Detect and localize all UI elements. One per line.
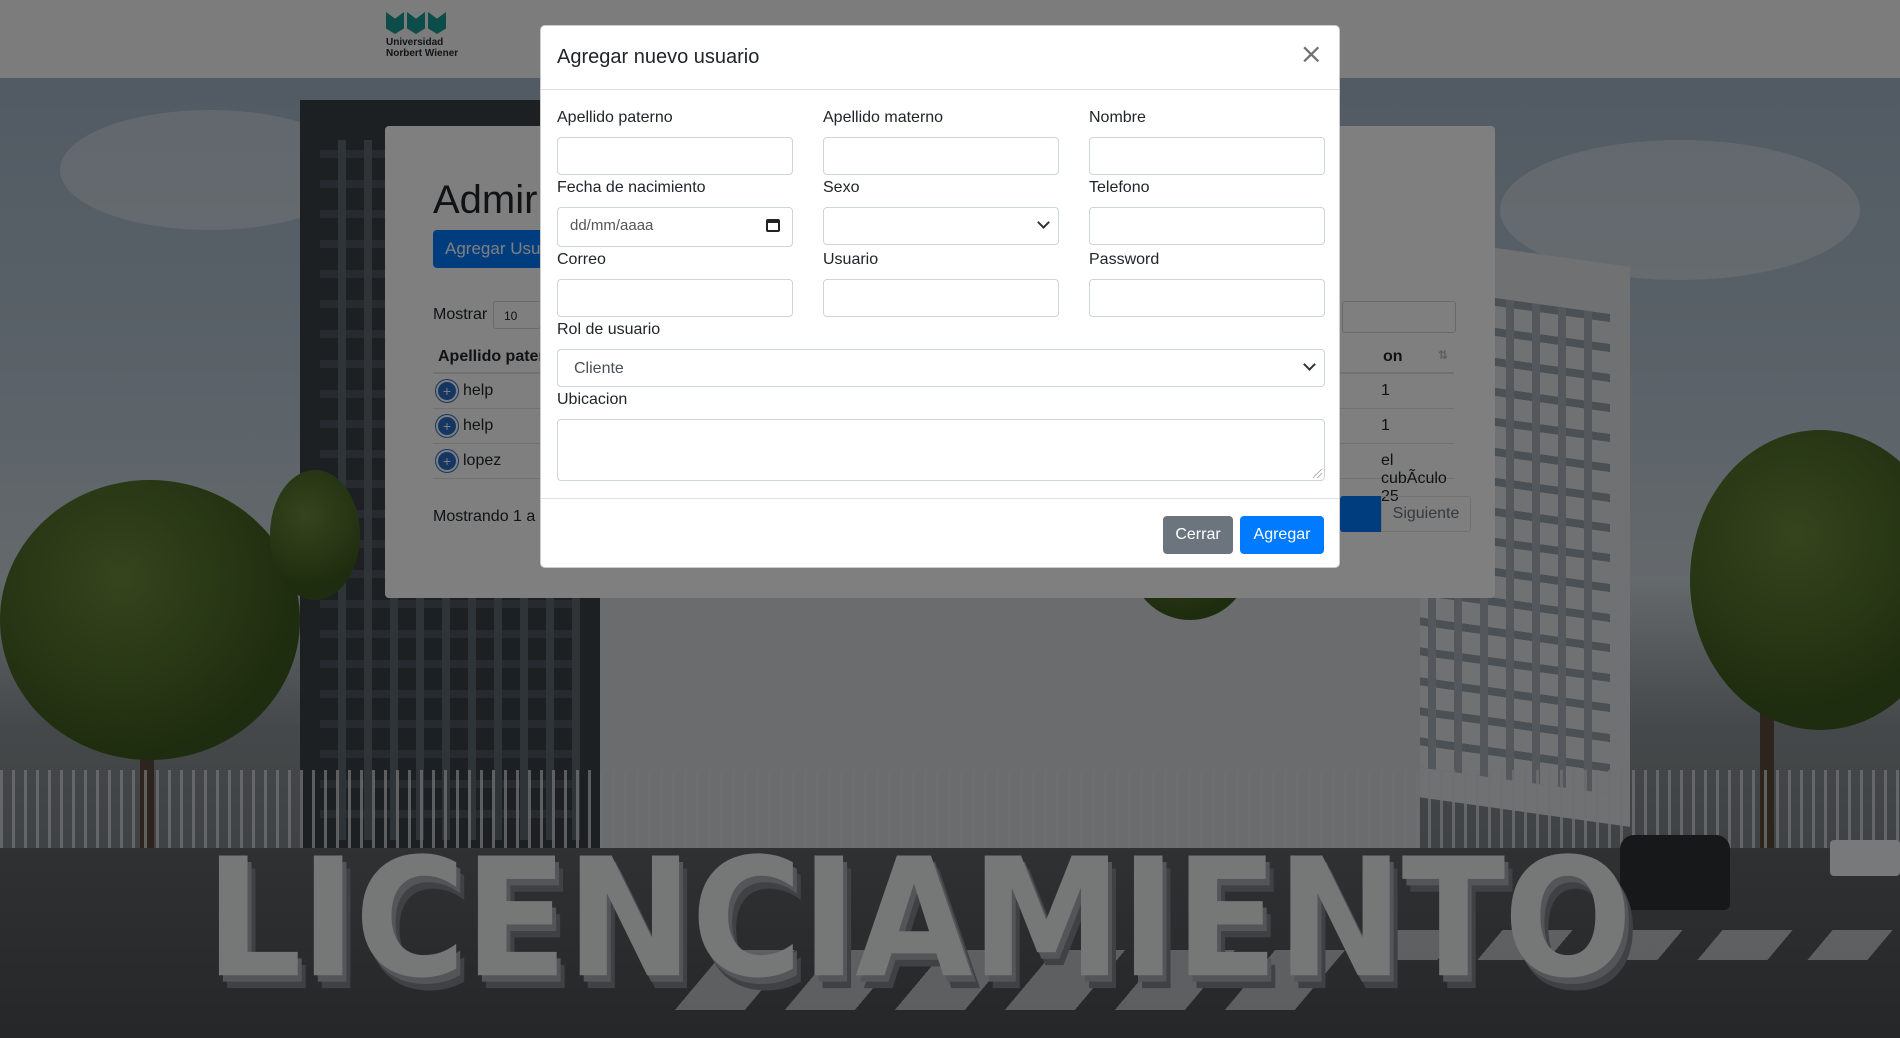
chevron-down-icon [1303, 358, 1316, 371]
close-icon[interactable]: × [1300, 40, 1323, 68]
rol-label: Rol de usuario [557, 321, 661, 338]
correo-input[interactable] [557, 279, 793, 317]
modal-title: Agregar nuevo usuario [557, 46, 760, 68]
fecha-nacimiento-input[interactable]: dd/mm/aaaa [557, 207, 793, 247]
correo-label: Correo [557, 251, 606, 268]
sexo-label: Sexo [823, 179, 860, 196]
usuario-input[interactable] [823, 279, 1059, 317]
apellido-paterno-input[interactable] [557, 137, 793, 175]
fecha-nacimiento-label: Fecha de nacimiento [557, 179, 706, 196]
ubicacion-textarea[interactable] [557, 419, 1325, 481]
rol-selected-value: Cliente [574, 360, 624, 377]
apellido-paterno-label: Apellido paterno [557, 109, 673, 126]
usuario-label: Usuario [823, 251, 879, 268]
telefono-label: Telefono [1089, 179, 1150, 196]
telefono-input[interactable] [1089, 207, 1325, 245]
nombre-input[interactable] [1089, 137, 1325, 175]
date-placeholder: dd/mm/aaaa [570, 217, 654, 234]
nombre-label: Nombre [1089, 109, 1146, 126]
apellido-materno-label: Apellido materno [823, 109, 944, 126]
calendar-icon[interactable] [766, 219, 780, 232]
rol-select[interactable]: Cliente [557, 349, 1325, 387]
password-label: Password [1089, 251, 1160, 268]
modal-header: Agregar nuevo usuario × [541, 26, 1339, 90]
sexo-select[interactable] [823, 207, 1059, 245]
apellido-materno-input[interactable] [823, 137, 1059, 175]
modal-footer: Cerrar Agregar [541, 498, 1339, 569]
close-button[interactable]: Cerrar [1163, 516, 1233, 554]
add-user-modal: Agregar nuevo usuario × Apellido paterno… [540, 25, 1340, 568]
resize-handle-icon[interactable] [1313, 469, 1322, 478]
password-input[interactable] [1089, 279, 1325, 317]
ubicacion-label: Ubicacion [557, 391, 628, 408]
submit-button[interactable]: Agregar [1240, 516, 1324, 554]
chevron-down-icon [1037, 216, 1050, 229]
